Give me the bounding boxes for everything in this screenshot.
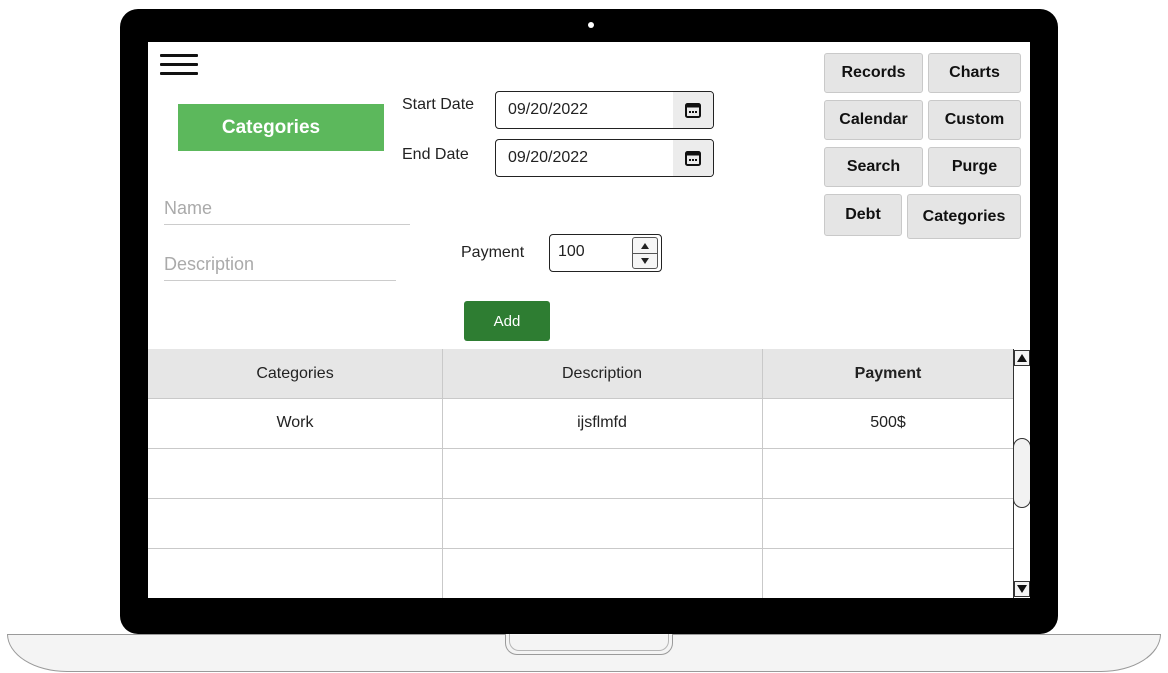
records-table: Categories Description Payment Work ijsf… <box>148 349 1014 598</box>
end-date-field[interactable]: 09/20/2022 <box>495 139 714 177</box>
table-row[interactable]: Work ijsflmfd 500$ <box>148 398 1014 447</box>
app-screen: Categories Start Date 09/20/2022 End Dat… <box>148 42 1030 598</box>
table-header-row: Categories Description Payment <box>148 349 1014 398</box>
hamburger-menu-icon[interactable] <box>160 54 198 82</box>
end-date-label: End Date <box>402 146 469 163</box>
laptop-notch <box>505 634 673 655</box>
column-divider <box>762 349 763 598</box>
spinner <box>632 237 658 269</box>
add-button[interactable]: Add <box>464 301 550 341</box>
charts-button[interactable]: Charts <box>928 53 1021 93</box>
debt-button[interactable]: Debt <box>824 194 902 236</box>
payment-value: 100 <box>558 243 585 260</box>
scroll-up-arrow-icon[interactable] <box>1014 350 1030 366</box>
table-cell <box>148 498 442 547</box>
payment-stepper[interactable]: 100 <box>549 234 662 272</box>
records-button[interactable]: Records <box>824 53 923 93</box>
table-cell <box>762 498 1014 547</box>
custom-button[interactable]: Custom <box>928 100 1021 140</box>
column-header[interactable]: Payment <box>762 349 1014 398</box>
camera-dot <box>588 22 594 28</box>
search-button[interactable]: Search <box>824 147 923 187</box>
end-date-value: 09/20/2022 <box>508 149 589 166</box>
categories-nav-button[interactable]: Categories <box>907 194 1021 239</box>
row-divider <box>148 448 1014 449</box>
row-divider <box>148 398 1014 399</box>
table-row[interactable] <box>148 448 1014 497</box>
table-cell <box>442 548 762 597</box>
spin-down-icon[interactable] <box>633 253 657 268</box>
table-cell <box>148 448 442 497</box>
scroll-down-arrow-icon[interactable] <box>1014 581 1030 597</box>
row-divider <box>148 498 1014 499</box>
spin-up-icon[interactable] <box>633 238 657 254</box>
table-cell <box>442 448 762 497</box>
table-cell <box>442 498 762 547</box>
payment-label: Payment <box>461 244 525 261</box>
calendar-icon[interactable] <box>673 140 713 176</box>
table-cell <box>148 548 442 597</box>
calendar-icon[interactable] <box>673 92 713 128</box>
column-header[interactable]: Categories <box>148 349 442 398</box>
purge-button[interactable]: Purge <box>928 147 1021 187</box>
column-divider <box>442 349 443 598</box>
column-header[interactable]: Description <box>442 349 762 398</box>
table-row[interactable] <box>148 548 1014 597</box>
table-cell: 500$ <box>870 413 906 431</box>
row-divider <box>148 548 1014 549</box>
table-cell <box>762 448 1014 497</box>
table-cell <box>762 548 1014 597</box>
name-input[interactable] <box>164 192 410 225</box>
scrollbar-thumb[interactable] <box>1013 438 1030 508</box>
start-date-value: 09/20/2022 <box>508 101 589 118</box>
description-input[interactable] <box>164 248 396 281</box>
table-cell: ijsflmfd <box>577 413 627 431</box>
table-row[interactable] <box>148 498 1014 547</box>
table-scrollbar[interactable] <box>1013 349 1030 598</box>
start-date-label: Start Date <box>402 96 475 113</box>
page-title: Categories <box>178 104 384 151</box>
start-date-field[interactable]: 09/20/2022 <box>495 91 714 129</box>
table-cell: Work <box>276 413 314 431</box>
calendar-button[interactable]: Calendar <box>824 100 923 140</box>
